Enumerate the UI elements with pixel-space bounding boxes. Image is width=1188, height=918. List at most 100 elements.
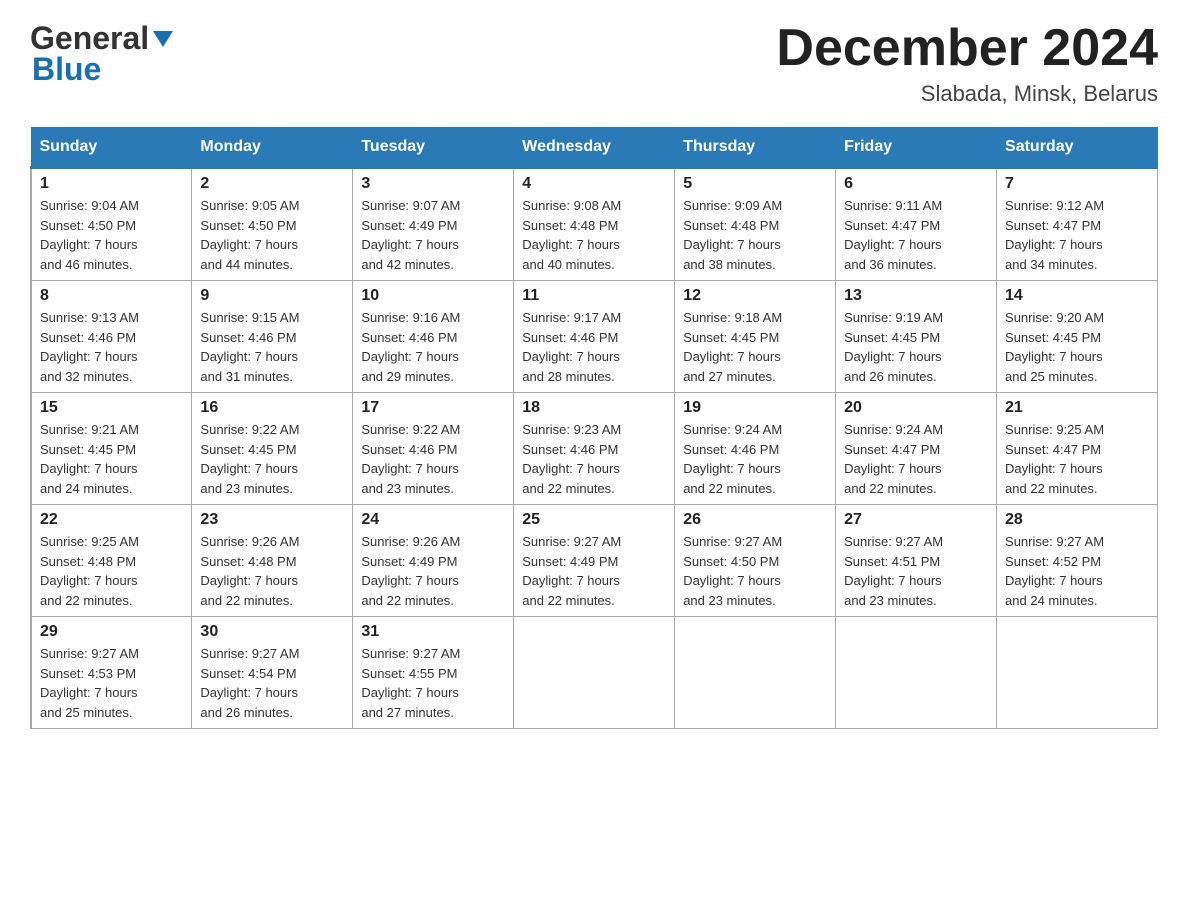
day-number: 22 xyxy=(40,511,183,529)
day-info: Sunrise: 9:19 AM Sunset: 4:45 PM Dayligh… xyxy=(844,308,988,386)
calendar-cell: 19 Sunrise: 9:24 AM Sunset: 4:46 PM Dayli… xyxy=(675,393,836,505)
calendar-cell: 11 Sunrise: 9:17 AM Sunset: 4:46 PM Dayli… xyxy=(514,281,675,393)
day-info: Sunrise: 9:22 AM Sunset: 4:46 PM Dayligh… xyxy=(361,420,505,498)
calendar-cell: 4 Sunrise: 9:08 AM Sunset: 4:48 PM Daylig… xyxy=(514,168,675,281)
day-header-friday: Friday xyxy=(836,128,997,168)
calendar-cell: 12 Sunrise: 9:18 AM Sunset: 4:45 PM Dayli… xyxy=(675,281,836,393)
day-number: 30 xyxy=(200,623,344,641)
day-number: 21 xyxy=(1005,399,1149,417)
calendar-cell: 21 Sunrise: 9:25 AM Sunset: 4:47 PM Dayli… xyxy=(997,393,1158,505)
calendar-cell xyxy=(514,617,675,729)
calendar-cell: 17 Sunrise: 9:22 AM Sunset: 4:46 PM Dayli… xyxy=(353,393,514,505)
calendar-cell: 5 Sunrise: 9:09 AM Sunset: 4:48 PM Daylig… xyxy=(675,168,836,281)
day-info: Sunrise: 9:27 AM Sunset: 4:49 PM Dayligh… xyxy=(522,532,666,610)
calendar-table: SundayMondayTuesdayWednesdayThursdayFrid… xyxy=(30,127,1158,729)
days-header-row: SundayMondayTuesdayWednesdayThursdayFrid… xyxy=(31,128,1158,168)
day-info: Sunrise: 9:25 AM Sunset: 4:48 PM Dayligh… xyxy=(40,532,183,610)
week-row-1: 1 Sunrise: 9:04 AM Sunset: 4:50 PM Daylig… xyxy=(31,168,1158,281)
day-number: 12 xyxy=(683,287,827,305)
calendar-cell: 31Sunrise: 9:27 AM Sunset: 4:55 PM Dayli… xyxy=(353,617,514,729)
day-header-thursday: Thursday xyxy=(675,128,836,168)
day-info: Sunrise: 9:22 AM Sunset: 4:45 PM Dayligh… xyxy=(200,420,344,498)
calendar-cell xyxy=(997,617,1158,729)
calendar-cell: 24 Sunrise: 9:26 AM Sunset: 4:49 PM Dayli… xyxy=(353,505,514,617)
day-info: Sunrise: 9:13 AM Sunset: 4:46 PM Dayligh… xyxy=(40,308,183,386)
logo: General Blue xyxy=(30,20,177,88)
day-number: 27 xyxy=(844,511,988,529)
day-header-saturday: Saturday xyxy=(997,128,1158,168)
day-number: 24 xyxy=(361,511,505,529)
day-number: 17 xyxy=(361,399,505,417)
day-info: Sunrise: 9:27 AM Sunset: 4:50 PM Dayligh… xyxy=(683,532,827,610)
day-info: Sunrise: 9:07 AM Sunset: 4:49 PM Dayligh… xyxy=(361,196,505,274)
day-info: Sunrise: 9:27 AM Sunset: 4:51 PM Dayligh… xyxy=(844,532,988,610)
day-header-wednesday: Wednesday xyxy=(514,128,675,168)
page-header: General Blue December 2024 Slabada, Mins… xyxy=(30,20,1158,107)
day-number: 10 xyxy=(361,287,505,305)
day-number: 13 xyxy=(844,287,988,305)
day-info: Sunrise: 9:09 AM Sunset: 4:48 PM Dayligh… xyxy=(683,196,827,274)
day-header-tuesday: Tuesday xyxy=(353,128,514,168)
day-info: Sunrise: 9:27 AM Sunset: 4:53 PM Dayligh… xyxy=(40,644,183,722)
calendar-cell: 28 Sunrise: 9:27 AM Sunset: 4:52 PM Dayli… xyxy=(997,505,1158,617)
day-number: 8 xyxy=(40,287,183,305)
day-info: Sunrise: 9:21 AM Sunset: 4:45 PM Dayligh… xyxy=(40,420,183,498)
calendar-cell: 18 Sunrise: 9:23 AM Sunset: 4:46 PM Dayli… xyxy=(514,393,675,505)
day-info: Sunrise: 9:26 AM Sunset: 4:49 PM Dayligh… xyxy=(361,532,505,610)
day-number: 25 xyxy=(522,511,666,529)
week-row-2: 8 Sunrise: 9:13 AM Sunset: 4:46 PM Daylig… xyxy=(31,281,1158,393)
calendar-cell: 27 Sunrise: 9:27 AM Sunset: 4:51 PM Dayli… xyxy=(836,505,997,617)
calendar-cell: 16Sunrise: 9:22 AM Sunset: 4:45 PM Dayli… xyxy=(192,393,353,505)
day-info: Sunrise: 9:18 AM Sunset: 4:45 PM Dayligh… xyxy=(683,308,827,386)
day-info: Sunrise: 9:11 AM Sunset: 4:47 PM Dayligh… xyxy=(844,196,988,274)
day-info: Sunrise: 9:04 AM Sunset: 4:50 PM Dayligh… xyxy=(40,196,183,274)
day-number: 14 xyxy=(1005,287,1149,305)
day-info: Sunrise: 9:15 AM Sunset: 4:46 PM Dayligh… xyxy=(200,308,344,386)
day-number: 1 xyxy=(40,175,183,193)
calendar-cell: 1 Sunrise: 9:04 AM Sunset: 4:50 PM Daylig… xyxy=(31,168,192,281)
logo-triangle-icon xyxy=(149,25,177,53)
day-info: Sunrise: 9:27 AM Sunset: 4:54 PM Dayligh… xyxy=(200,644,344,722)
calendar-cell: 26 Sunrise: 9:27 AM Sunset: 4:50 PM Dayli… xyxy=(675,505,836,617)
calendar-cell: 25 Sunrise: 9:27 AM Sunset: 4:49 PM Dayli… xyxy=(514,505,675,617)
day-number: 4 xyxy=(522,175,666,193)
day-info: Sunrise: 9:23 AM Sunset: 4:46 PM Dayligh… xyxy=(522,420,666,498)
day-header-monday: Monday xyxy=(192,128,353,168)
day-info: Sunrise: 9:27 AM Sunset: 4:52 PM Dayligh… xyxy=(1005,532,1149,610)
calendar-cell: 3 Sunrise: 9:07 AM Sunset: 4:49 PM Daylig… xyxy=(353,168,514,281)
day-info: Sunrise: 9:27 AM Sunset: 4:55 PM Dayligh… xyxy=(361,644,505,722)
calendar-cell: 9 Sunrise: 9:15 AM Sunset: 4:46 PM Daylig… xyxy=(192,281,353,393)
day-number: 5 xyxy=(683,175,827,193)
day-number: 11 xyxy=(522,287,666,305)
day-number: 29 xyxy=(40,623,183,641)
day-info: Sunrise: 9:05 AM Sunset: 4:50 PM Dayligh… xyxy=(200,196,344,274)
calendar-cell: 13 Sunrise: 9:19 AM Sunset: 4:45 PM Dayli… xyxy=(836,281,997,393)
calendar-cell: 7Sunrise: 9:12 AM Sunset: 4:47 PM Daylig… xyxy=(997,168,1158,281)
calendar-cell xyxy=(675,617,836,729)
day-number: 2 xyxy=(200,175,344,193)
location-text: Slabada, Minsk, Belarus xyxy=(776,81,1158,107)
calendar-cell: 23Sunrise: 9:26 AM Sunset: 4:48 PM Dayli… xyxy=(192,505,353,617)
week-row-5: 29 Sunrise: 9:27 AM Sunset: 4:53 PM Dayli… xyxy=(31,617,1158,729)
day-number: 28 xyxy=(1005,511,1149,529)
day-info: Sunrise: 9:17 AM Sunset: 4:46 PM Dayligh… xyxy=(522,308,666,386)
day-info: Sunrise: 9:24 AM Sunset: 4:47 PM Dayligh… xyxy=(844,420,988,498)
calendar-cell: 8 Sunrise: 9:13 AM Sunset: 4:46 PM Daylig… xyxy=(31,281,192,393)
day-number: 20 xyxy=(844,399,988,417)
calendar-cell: 10Sunrise: 9:16 AM Sunset: 4:46 PM Dayli… xyxy=(353,281,514,393)
day-number: 15 xyxy=(40,399,183,417)
day-number: 26 xyxy=(683,511,827,529)
day-number: 18 xyxy=(522,399,666,417)
month-title: December 2024 xyxy=(776,20,1158,77)
day-number: 19 xyxy=(683,399,827,417)
day-number: 9 xyxy=(200,287,344,305)
week-row-3: 15 Sunrise: 9:21 AM Sunset: 4:45 PM Dayli… xyxy=(31,393,1158,505)
day-number: 3 xyxy=(361,175,505,193)
day-info: Sunrise: 9:20 AM Sunset: 4:45 PM Dayligh… xyxy=(1005,308,1149,386)
calendar-cell: 14 Sunrise: 9:20 AM Sunset: 4:45 PM Dayli… xyxy=(997,281,1158,393)
calendar-cell: 20 Sunrise: 9:24 AM Sunset: 4:47 PM Dayli… xyxy=(836,393,997,505)
day-info: Sunrise: 9:08 AM Sunset: 4:48 PM Dayligh… xyxy=(522,196,666,274)
day-number: 7 xyxy=(1005,175,1149,193)
day-info: Sunrise: 9:25 AM Sunset: 4:47 PM Dayligh… xyxy=(1005,420,1149,498)
day-info: Sunrise: 9:24 AM Sunset: 4:46 PM Dayligh… xyxy=(683,420,827,498)
